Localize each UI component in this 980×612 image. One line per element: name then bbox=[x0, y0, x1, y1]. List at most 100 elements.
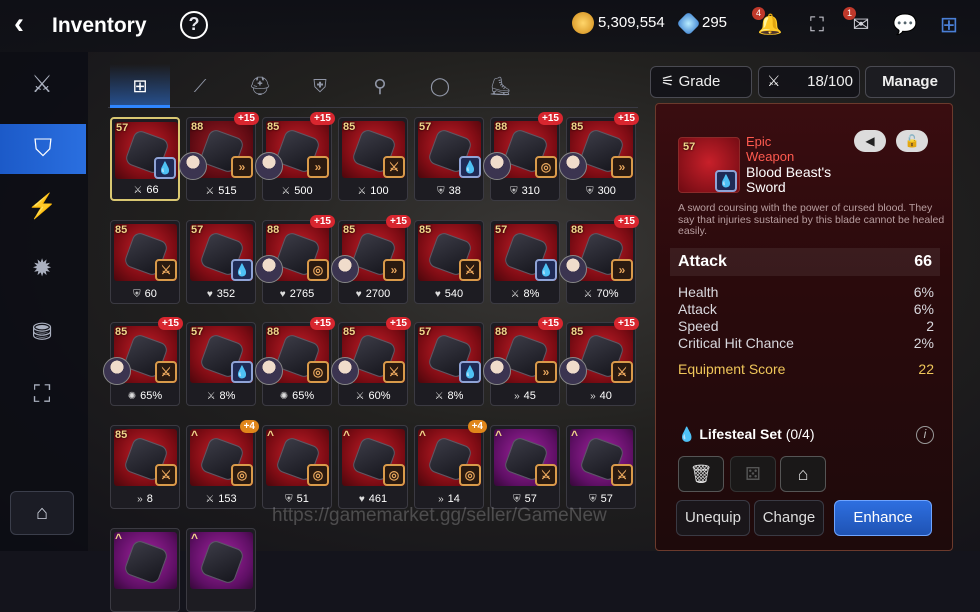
sidebar-unequipped-icon[interactable]: ⛉ bbox=[0, 124, 86, 174]
inventory-item[interactable]: ^ ⚔ ⛨ 57 bbox=[490, 425, 560, 509]
chat-icon[interactable]: 💬 bbox=[890, 10, 920, 40]
set-icon: » bbox=[307, 156, 329, 178]
sell-trash-button[interactable]: 🗑 bbox=[678, 456, 724, 492]
friends-icon[interactable]: ⛶ bbox=[802, 10, 832, 40]
inventory-item[interactable]: ^ bbox=[186, 528, 256, 612]
change-button[interactable]: Change bbox=[754, 500, 824, 536]
tab-helmet-icon[interactable]: ⛑ bbox=[230, 64, 290, 108]
stat-value: 66 bbox=[146, 184, 159, 196]
inventory-item[interactable]: 85 +15 » ⚔ 500 bbox=[255, 112, 335, 201]
unequip-button[interactable]: Unequip bbox=[676, 500, 750, 536]
sidebar-material-icon[interactable]: ✹ bbox=[10, 244, 74, 294]
set-icon: ◎ bbox=[535, 156, 557, 178]
tab-armor-icon[interactable]: ⛨ bbox=[290, 64, 350, 108]
bell-icon[interactable]: 🔔 4 bbox=[752, 7, 785, 40]
inventory-item[interactable]: 85 +15 ⚔ ⚔ 60% bbox=[331, 317, 411, 406]
menu-grid-icon[interactable]: ⊞ bbox=[934, 10, 964, 40]
inventory-item[interactable]: 57 💧 ⚔ 8% bbox=[414, 322, 484, 406]
mail-icon[interactable]: ✉ 1 bbox=[843, 7, 876, 40]
inventory-item[interactable]: ^ ◎ ♥ 461 bbox=[338, 425, 408, 509]
item-level: 85 bbox=[115, 429, 128, 441]
inventory-item[interactable]: 57 💧 ⚔ 8% bbox=[186, 322, 256, 406]
sidebar-bag-icon[interactable]: ⛃ bbox=[10, 308, 74, 358]
back-arrow-icon[interactable]: ‹ bbox=[14, 9, 44, 39]
inventory-item[interactable]: ^ ◎ ⛨ 51 bbox=[262, 425, 332, 509]
inventory-item[interactable]: ^ +4 ◎ » 14 bbox=[414, 420, 487, 509]
stat-type-icon: ✺ bbox=[127, 391, 137, 402]
set-icon: ⚔ bbox=[155, 361, 177, 383]
enhance-level-badge: +15 bbox=[386, 215, 411, 228]
stat-type-icon: » bbox=[590, 391, 596, 402]
sidebar-artifact-icon[interactable]: ⚡ bbox=[10, 182, 74, 232]
inventory-item[interactable]: 85 ⚔ ⛨ 60 bbox=[110, 220, 180, 304]
top-bar: ‹ Inventory ? 5,309,554 295 🔔 4 ⛶ ✉ 1 💬 ⊞ bbox=[0, 0, 980, 52]
inventory-item[interactable]: 88 +15 ◎ ♥ 2765 bbox=[255, 215, 335, 304]
item-level: 85 bbox=[343, 121, 356, 133]
item-main-stat: ⚔ 70% bbox=[567, 288, 635, 300]
info-icon[interactable]: i bbox=[916, 426, 934, 444]
inventory-item[interactable]: 57 💧 ⛨ 38 bbox=[414, 117, 484, 201]
item-share-icon[interactable]: ◀ bbox=[854, 130, 886, 152]
stat-value: 515 bbox=[218, 185, 237, 197]
inventory-item[interactable]: 88 +15 » ⚔ 70% bbox=[559, 215, 639, 304]
stat-value: 2700 bbox=[365, 288, 391, 300]
enhance-level-badge: +15 bbox=[538, 112, 563, 125]
set-icon: » bbox=[535, 361, 557, 383]
item-level: ^ bbox=[191, 428, 199, 442]
inventory-item[interactable]: 85 +15 » ⛨ 300 bbox=[559, 112, 639, 201]
lock-icon[interactable]: 🔓 bbox=[896, 130, 928, 152]
inventory-item[interactable]: 57 💧 ♥ 352 bbox=[186, 220, 256, 304]
enhance-level-badge: +15 bbox=[234, 112, 259, 125]
equipped-hero-avatar bbox=[331, 357, 359, 385]
enhance-button[interactable]: Enhance bbox=[834, 500, 932, 536]
mail-badge: 1 bbox=[843, 7, 856, 20]
sidebar-chest-icon[interactable]: ⛶ bbox=[10, 370, 74, 420]
tab-weapon-icon[interactable]: ⟋ bbox=[170, 64, 230, 108]
bell-badge: 4 bbox=[752, 7, 765, 20]
grade-sort-button[interactable]: ⚟ Grade bbox=[650, 66, 752, 98]
store-button[interactable]: ⌂ bbox=[780, 456, 826, 492]
stat-type-icon: ♥ bbox=[434, 289, 441, 300]
enhance-level-badge: +15 bbox=[538, 317, 563, 330]
substat-row: Health 6% bbox=[678, 284, 934, 300]
item-level: 57 bbox=[495, 224, 508, 236]
main-stat-name: Attack bbox=[678, 253, 727, 270]
tab-ring-icon[interactable]: ◯ bbox=[410, 64, 470, 108]
stat-type-icon: ⚔ bbox=[281, 186, 291, 197]
inventory-item[interactable]: 57 💧 ⚔ 66 bbox=[110, 117, 180, 201]
set-icon: » bbox=[231, 156, 253, 178]
inventory-item[interactable]: ^ bbox=[110, 528, 180, 612]
equipped-hero-avatar bbox=[559, 255, 587, 283]
tab-all-icon[interactable]: ⊞ bbox=[110, 64, 170, 108]
inventory-item[interactable]: 88 +15 » ⚔ 515 bbox=[179, 112, 259, 201]
storage-button[interactable]: ⌂ bbox=[10, 491, 74, 535]
extract-button[interactable]: ⚄ bbox=[730, 456, 776, 492]
item-level: ^ bbox=[419, 428, 427, 442]
inventory-item[interactable]: 85 +15 ⚔ ✺ 65% bbox=[103, 317, 183, 406]
item-detail-panel: 57 💧 ◀ 🔓 Epic Weapon Blood Beast's Sword A… bbox=[655, 103, 953, 551]
inventory-item[interactable]: 57 💧 ⚔ 8% bbox=[490, 220, 560, 304]
item-level: 88 bbox=[495, 121, 508, 133]
inventory-item[interactable]: ^ ⚔ ⛨ 57 bbox=[566, 425, 636, 509]
set-icon: » bbox=[611, 259, 633, 281]
inventory-item[interactable]: 85 ⚔ ♥ 540 bbox=[414, 220, 484, 304]
help-icon[interactable]: ? bbox=[180, 11, 208, 39]
set-icon: ⚔ bbox=[383, 361, 405, 383]
item-main-stat: ♥ 2765 bbox=[263, 288, 331, 300]
inventory-item[interactable]: 85 +15 » ♥ 2700 bbox=[331, 215, 411, 304]
inventory-item[interactable]: ^ +4 ◎ ⚔ 153 bbox=[186, 420, 259, 509]
set-icon: ◎ bbox=[307, 259, 329, 281]
item-art bbox=[114, 532, 177, 589]
inventory-item[interactable]: 85 ⚔ ⚔ 100 bbox=[338, 117, 408, 201]
inventory-item[interactable]: 85 ⚔ » 8 bbox=[110, 425, 180, 509]
inventory-item[interactable]: 88 +15»» 45 bbox=[483, 317, 563, 406]
enhance-level-badge: +15 bbox=[158, 317, 183, 330]
tab-boots-icon[interactable]: ⛸ bbox=[470, 64, 530, 108]
inventory-item[interactable]: 88 +15 ◎ ✺ 65% bbox=[255, 317, 335, 406]
tab-necklace-icon[interactable]: ⚲ bbox=[350, 64, 410, 108]
inventory-item[interactable]: 85 +15 ⚔ » 40 bbox=[559, 317, 639, 406]
sidebar-equipment-icon[interactable]: ⚔ bbox=[10, 60, 74, 110]
manage-button[interactable]: Manage bbox=[865, 66, 955, 98]
set-icon: ◎ bbox=[231, 464, 253, 486]
inventory-item[interactable]: 88 +15 ◎ ⛨ 310 bbox=[483, 112, 563, 201]
